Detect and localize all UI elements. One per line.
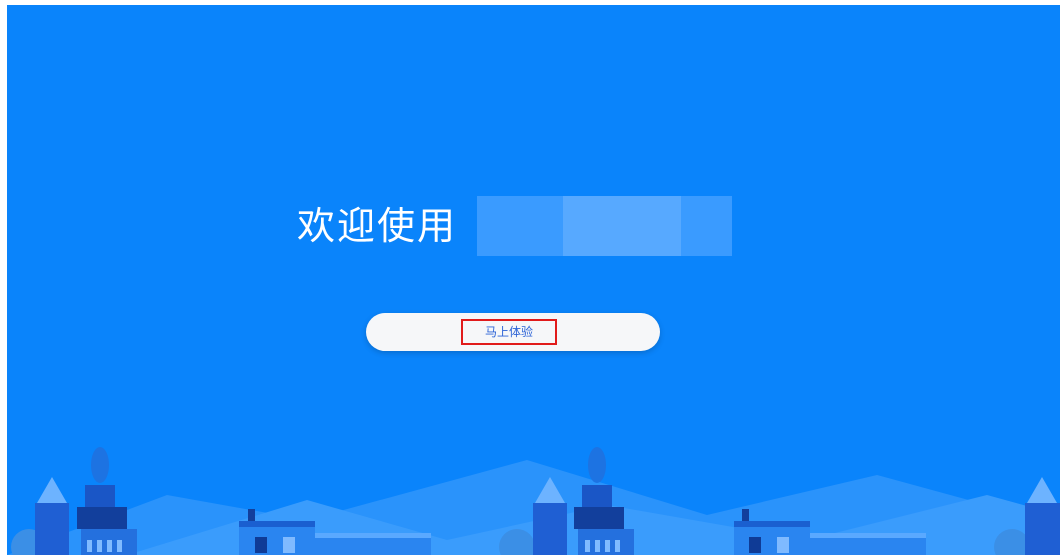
spire	[91, 447, 109, 483]
window	[615, 540, 620, 552]
try-now-button-label: 马上体验	[461, 319, 557, 345]
window	[283, 537, 295, 553]
city-skyline-illustration	[7, 447, 1060, 555]
window	[117, 540, 122, 552]
redacted-app-name-block	[563, 196, 681, 256]
try-now-button[interactable]: 马上体验	[366, 313, 660, 351]
building	[315, 537, 431, 555]
redacted-app-name-block	[477, 196, 563, 256]
welcome-text: 欢迎使用	[297, 204, 458, 248]
tower-body	[1025, 503, 1060, 555]
tower-roof	[1027, 477, 1057, 503]
building-roof	[734, 521, 810, 527]
window	[107, 540, 112, 552]
window	[605, 540, 610, 552]
chimney	[248, 509, 255, 521]
tower-band	[574, 507, 624, 529]
building-roof	[315, 533, 431, 538]
window	[777, 537, 789, 553]
redacted-app-name-block	[681, 196, 732, 256]
window	[585, 540, 590, 552]
building	[810, 537, 926, 555]
building-roof	[239, 521, 315, 527]
window	[255, 537, 267, 553]
building	[734, 525, 810, 555]
welcome-heading: 欢迎使用	[297, 196, 732, 256]
tower-body	[35, 503, 69, 555]
spire	[588, 447, 606, 483]
tower-band	[77, 507, 127, 529]
window	[749, 537, 761, 553]
tower-roof	[37, 477, 67, 503]
building-roof	[810, 533, 926, 538]
welcome-screen: 欢迎使用 马上体验	[7, 5, 1060, 555]
window	[87, 540, 92, 552]
window	[97, 540, 102, 552]
building	[239, 525, 315, 555]
window	[595, 540, 600, 552]
tower-body	[533, 503, 567, 555]
chimney	[742, 509, 749, 521]
